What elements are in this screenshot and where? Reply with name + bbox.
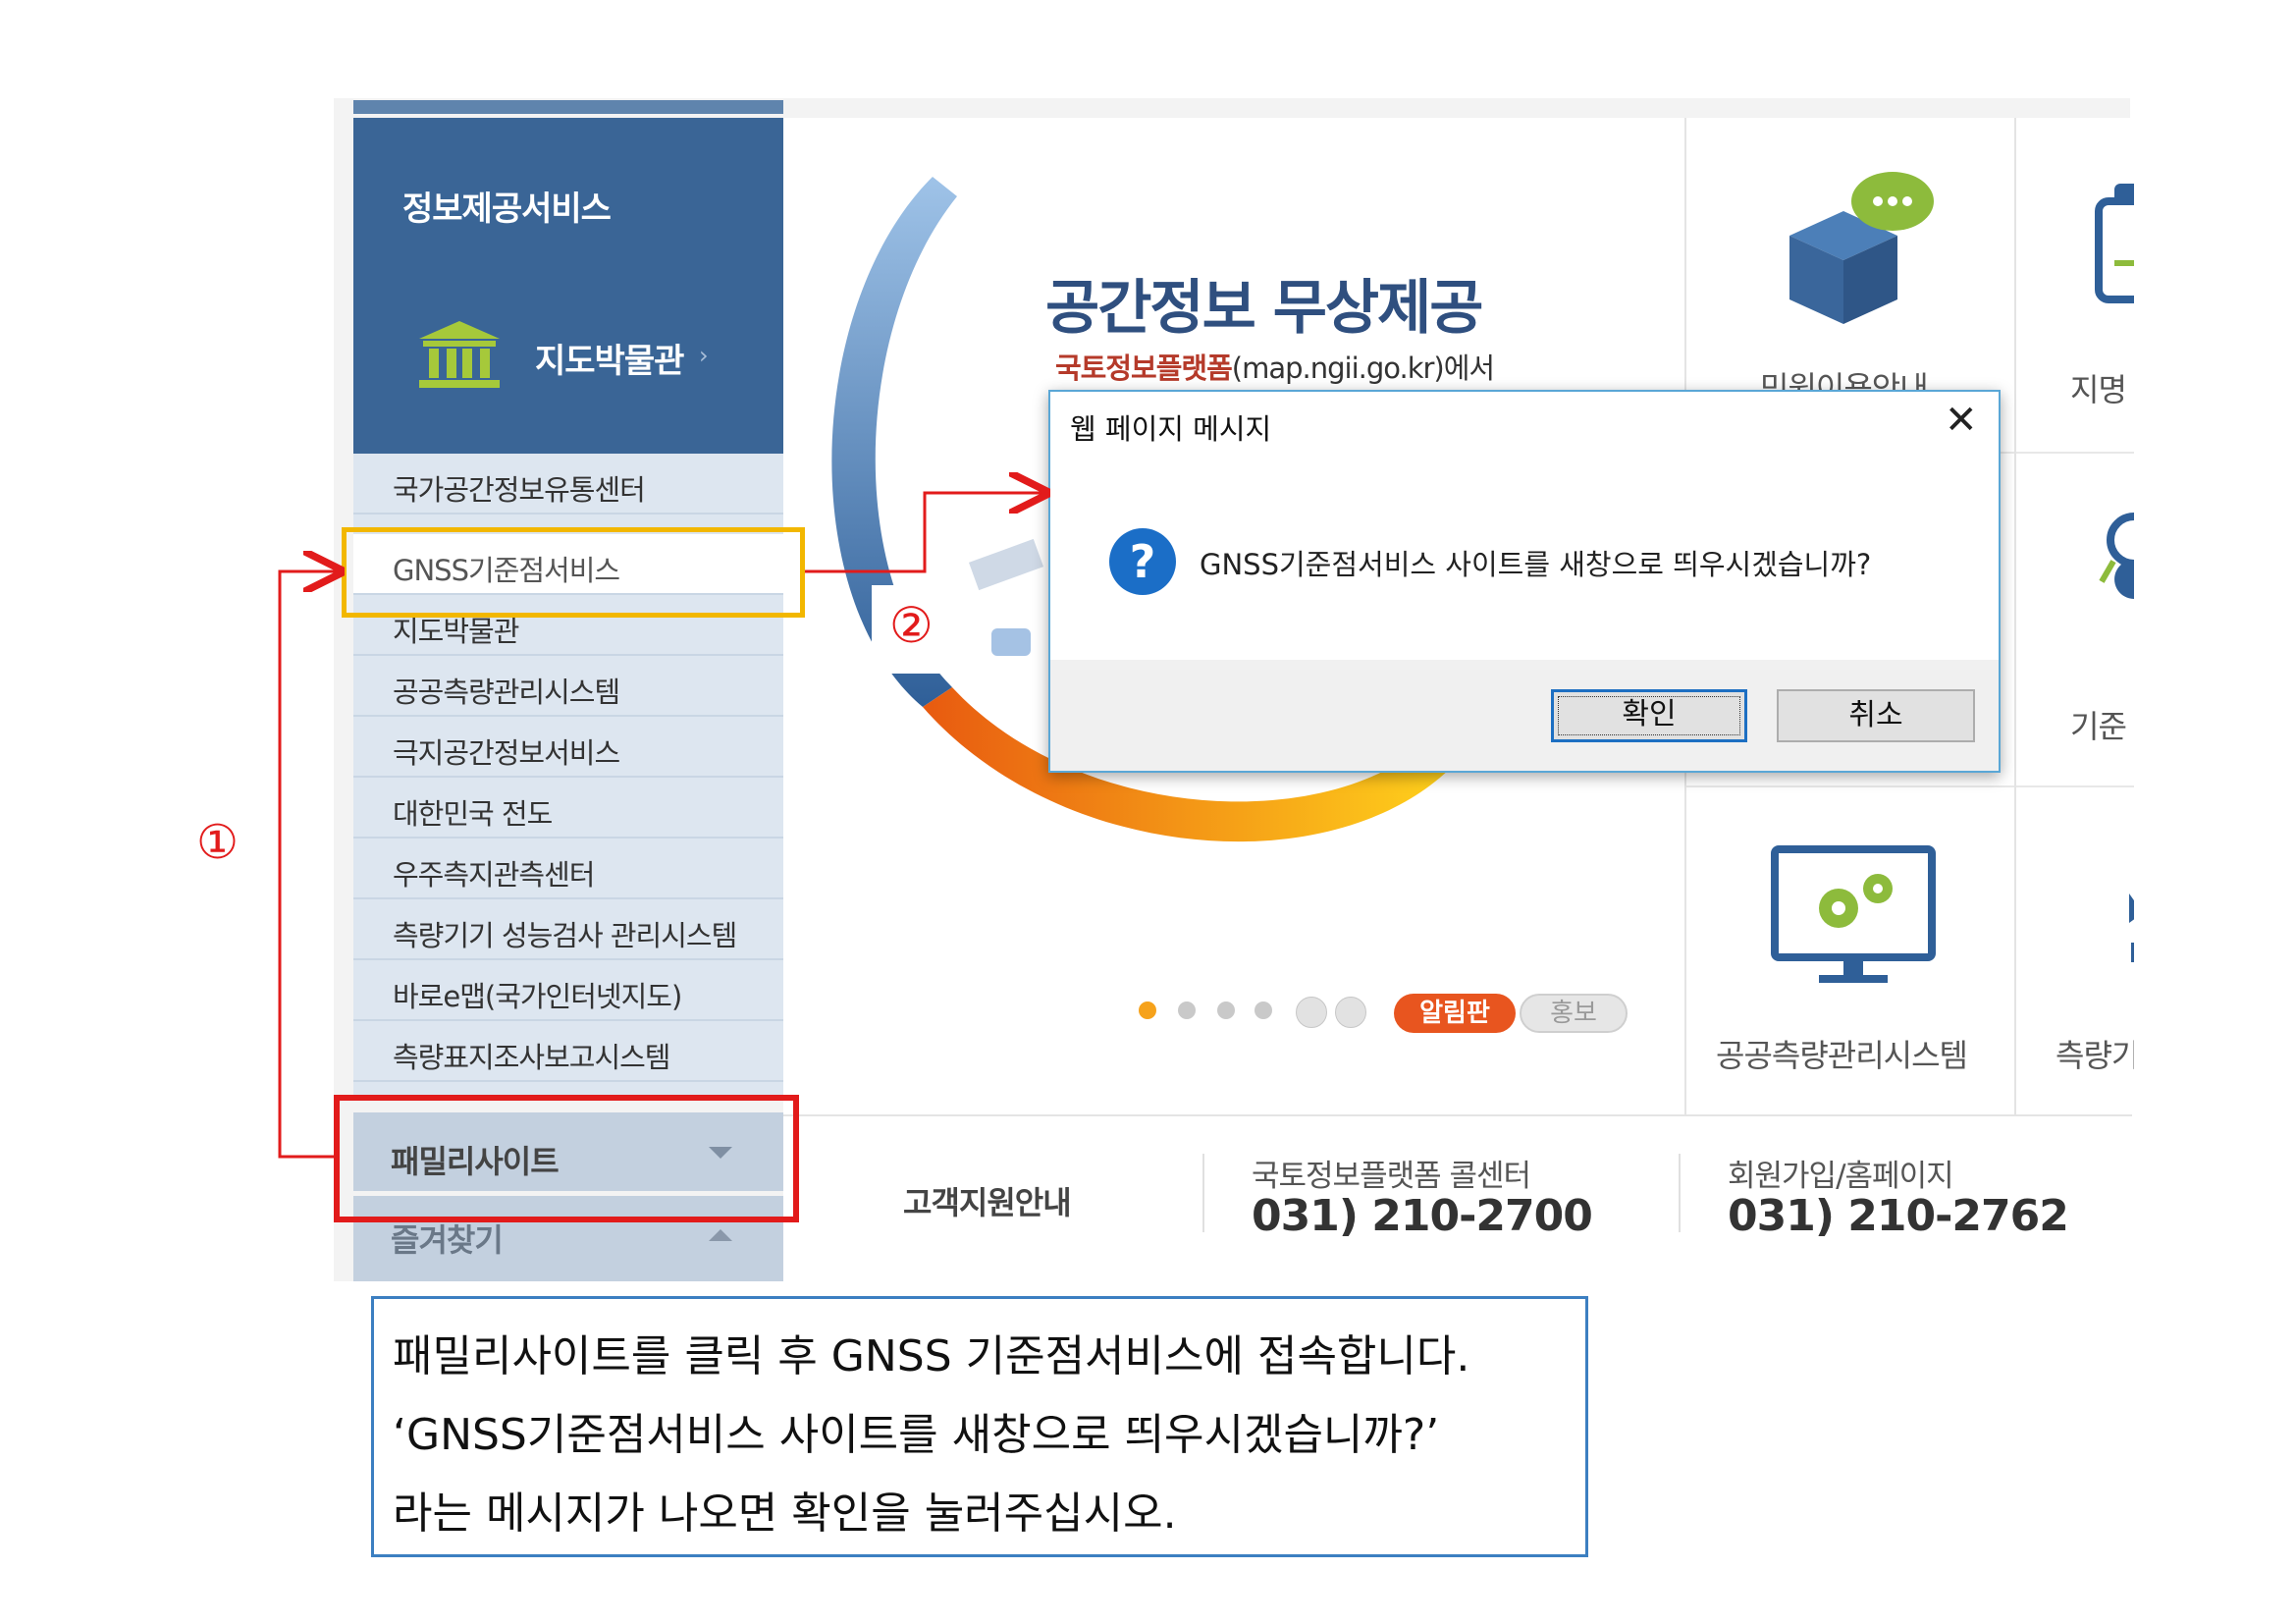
sidebar-title: 정보제공서비스 — [402, 189, 612, 229]
step-1-marker: ① — [196, 815, 240, 870]
sidebar-item-label: 측량표지조사보고시스템 — [393, 1041, 670, 1074]
reference-point-link[interactable]: 기준 — [2070, 702, 2127, 747]
family-site-highlight-box — [334, 1095, 799, 1222]
question-icon: ? — [1109, 528, 1176, 595]
banner-title: 공간정보 무상제공 — [1045, 274, 1483, 343]
sidebar-item-instrument-inspection[interactable]: 측량기기 성능검사 관리시스템 — [353, 899, 783, 960]
gnss-highlight-box — [342, 527, 805, 618]
cancel-button[interactable]: 취소 — [1777, 689, 1975, 742]
caret-up-icon — [709, 1229, 732, 1241]
chevron-right-icon: › — [699, 342, 709, 369]
sidebar-item-baro-emap[interactable]: 바로e맵(국가인터넷지도) — [353, 960, 783, 1021]
sidebar-top-strip — [353, 100, 783, 114]
sidebar-item-polar-spatial[interactable]: 극지공간정보서비스 — [353, 717, 783, 778]
carousel-dot[interactable] — [1178, 1001, 1196, 1019]
sidebar-item-label: 측량기기 성능검사 관리시스템 — [393, 919, 737, 952]
museum-link[interactable]: 지도박물관 — [535, 334, 684, 382]
banner-subtitle: 국토정보플랫폼(map.ngii.go.kr)에서 — [1055, 346, 1495, 387]
join-phone: 031) 210-2762 — [1728, 1191, 2069, 1241]
monitor-gears-icon — [1771, 845, 1936, 983]
customer-support-title: 고객지원안내 — [903, 1184, 1072, 1221]
carousel-dot[interactable] — [1255, 1001, 1272, 1019]
sidebar-item-label: 극지공간정보서비스 — [393, 736, 620, 770]
callcenter-phone: 031) 210-2700 — [1252, 1191, 1593, 1241]
sidebar-item-survey-marker[interactable]: 측량표지조사보고시스템 — [353, 1021, 783, 1082]
step-2-marker: ② — [889, 597, 934, 654]
box-chat-icon — [1789, 172, 1934, 324]
arrow-step1 — [278, 571, 339, 1159]
carousel-dot-active[interactable] — [1139, 1001, 1156, 1019]
callcenter-label: 국토정보플랫폼 콜센터 — [1252, 1159, 1531, 1194]
museum-icon — [419, 321, 500, 388]
banner-subtitle-rest: (map.ngii.go.kr)에서 — [1231, 352, 1495, 385]
sidebar-item-space-geodesy[interactable]: 우주측지관측센터 — [353, 839, 783, 899]
survey-instrument-icon — [2129, 893, 2134, 962]
quick-link-column-cut: 지명 기준 측량기 — [2014, 118, 2134, 1114]
dialog-title: 웹 페이지 메시지 — [1070, 412, 1272, 446]
dialog-message: GNSS기준점서비스 사이트를 새창으로 띄우시겠습니까? — [1200, 548, 1872, 581]
caption-line-3: 라는 메시지가 나오면 확인을 눌러주십시오. — [393, 1489, 1177, 1539]
sidebar-header — [353, 118, 783, 454]
caption-line-2: ‘GNSS기준점서비스 사이트를 새창으로 띄우시겠습니까?’ — [393, 1410, 1440, 1460]
document-icon — [2095, 184, 2134, 303]
banner-subtitle-emphasis: 국토정보플랫폼 — [1055, 352, 1233, 385]
sidebar-item-korea-map[interactable]: 대한민국 전도 — [353, 778, 783, 839]
caption-line-1: 패밀리사이트를 클릭 후 GNSS 기준점서비스에 접속합니다. — [393, 1331, 1470, 1381]
public-survey-link[interactable]: 공공측량관리시스템 — [1716, 1031, 1968, 1076]
close-icon[interactable]: ✕ — [1945, 398, 1978, 443]
play-icon[interactable] — [1335, 997, 1366, 1028]
sidebar-item-label: 우주측지관측센터 — [393, 858, 595, 892]
sidebar-item-label: 대한민국 전도 — [393, 797, 553, 831]
sidebar-item-public-survey[interactable]: 공공측량관리시스템 — [353, 656, 783, 717]
stop-icon[interactable] — [1296, 997, 1327, 1028]
divider — [1679, 1154, 1681, 1232]
divider — [1202, 1154, 1204, 1232]
location-pin-icon — [2099, 513, 2134, 599]
sidebar-item-label: 국가공간정보유통센터 — [393, 473, 646, 507]
sidebar-item-label: 바로e맵(국가인터넷지도) — [393, 980, 682, 1013]
sidebar-item-label: 공공측량관리시스템 — [393, 676, 620, 709]
pr-button[interactable]: 홍보 — [1520, 994, 1628, 1033]
survey-instrument-link[interactable]: 측량기 — [2056, 1031, 2134, 1076]
ok-button[interactable]: 확인 — [1551, 689, 1747, 742]
sidebar-item-national-spatial-center[interactable]: 국가공간정보유통센터 — [353, 454, 783, 514]
join-label: 회원가입/홈페이지 — [1728, 1159, 1954, 1194]
notice-board-button[interactable]: 알림판 — [1394, 994, 1516, 1033]
carousel-dot[interactable] — [1217, 1001, 1235, 1019]
place-name-link[interactable]: 지명 — [2070, 365, 2127, 410]
